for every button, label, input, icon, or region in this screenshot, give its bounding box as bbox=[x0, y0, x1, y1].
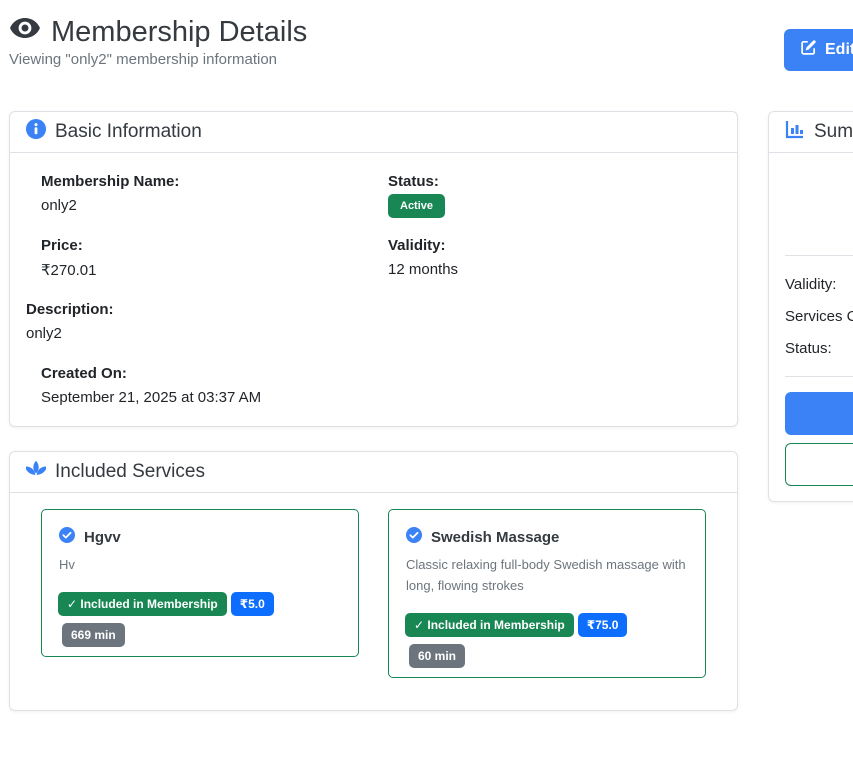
summary-heading: Summary bbox=[814, 121, 853, 142]
included-services-header: Included Services bbox=[10, 452, 737, 493]
service-title: Hgvv bbox=[59, 527, 121, 547]
status-field: Status: Active bbox=[388, 173, 446, 218]
service-name: Hgvv bbox=[84, 528, 121, 546]
price-label: Price: bbox=[41, 237, 83, 254]
description-label: Description: bbox=[26, 301, 114, 318]
description-field: Description: only2 bbox=[26, 301, 114, 342]
basic-information-header: Basic Information bbox=[10, 112, 737, 153]
page-title-text: Membership Details bbox=[51, 15, 308, 48]
page-subtitle: Viewing "only2" membership information bbox=[9, 51, 278, 68]
price-badge: ₹5.0 bbox=[230, 592, 274, 616]
status-badge: Active bbox=[388, 194, 446, 218]
page-title: Membership Details bbox=[9, 12, 307, 52]
membership-details-page: Membership Details Viewing "only2" membe… bbox=[0, 0, 853, 775]
validity-value: 12 months bbox=[388, 261, 459, 278]
membership-name-label: Membership Name: bbox=[41, 173, 180, 190]
validity-label: Validity: bbox=[388, 237, 446, 254]
service-badges: ✓ Included in Membership ₹5.0 669 min bbox=[58, 592, 298, 650]
info-circle-icon bbox=[26, 119, 46, 145]
edit-button[interactable]: Edit bbox=[784, 29, 853, 71]
included-services-card: Included Services Hgvv Hv ✓ Included in … bbox=[9, 451, 738, 711]
validity-field: Validity: 12 months bbox=[388, 237, 458, 278]
edit-button-label: Edit bbox=[825, 41, 853, 58]
created-on-label: Created On: bbox=[41, 365, 127, 382]
description-value: only2 bbox=[26, 325, 62, 342]
eye-icon bbox=[9, 12, 41, 52]
status-label: Status: bbox=[388, 173, 439, 190]
service-name: Swedish Massage bbox=[431, 528, 560, 546]
basic-information-heading: Basic Information bbox=[55, 121, 202, 142]
summary-primary-button[interactable] bbox=[785, 392, 853, 435]
summary-validity-label: Validity: bbox=[785, 276, 837, 293]
duration-badge: 669 min bbox=[62, 623, 125, 647]
price-field: Price: ₹270.01 bbox=[41, 237, 96, 279]
included-badge: ✓ Included in Membership bbox=[58, 592, 227, 616]
duration-badge: 60 min bbox=[409, 644, 466, 668]
price-value: ₹270.01 bbox=[41, 262, 97, 279]
service-description: Classic relaxing full-body Swedish massa… bbox=[406, 557, 686, 593]
included-badge: ✓ Included in Membership bbox=[405, 613, 574, 637]
created-on-field: Created On: September 21, 2025 at 03:37 … bbox=[41, 365, 261, 406]
basic-information-card: Basic Information Membership Name: only2… bbox=[9, 111, 738, 427]
summary-services-label: Services C bbox=[785, 308, 853, 325]
created-on-value: September 21, 2025 at 03:37 AM bbox=[41, 389, 262, 406]
summary-header: Summary bbox=[769, 112, 853, 153]
service-card[interactable]: Hgvv Hv ✓ Included in Membership ₹5.0 66… bbox=[41, 509, 359, 657]
check-circle-icon bbox=[406, 527, 422, 547]
membership-name-field: Membership Name: only2 bbox=[41, 173, 179, 214]
summary-divider bbox=[785, 255, 853, 256]
spa-lotus-icon bbox=[26, 459, 46, 485]
check-circle-icon bbox=[59, 527, 75, 547]
service-card[interactable]: Swedish Massage Classic relaxing full-bo… bbox=[388, 509, 706, 678]
summary-divider bbox=[785, 376, 853, 377]
membership-name-value: only2 bbox=[41, 197, 77, 214]
included-services-heading: Included Services bbox=[55, 461, 205, 482]
price-badge: ₹75.0 bbox=[577, 613, 628, 637]
service-title: Swedish Massage bbox=[406, 527, 559, 547]
service-description: Hv bbox=[59, 557, 75, 572]
service-badges: ✓ Included in Membership ₹75.0 60 min bbox=[405, 613, 645, 671]
edit-icon bbox=[800, 39, 817, 61]
summary-card: Summary Validity: Services C Status: bbox=[768, 111, 853, 502]
bar-chart-icon bbox=[785, 119, 805, 145]
summary-status-label: Status: bbox=[785, 340, 832, 357]
summary-outline-button[interactable] bbox=[785, 443, 853, 486]
